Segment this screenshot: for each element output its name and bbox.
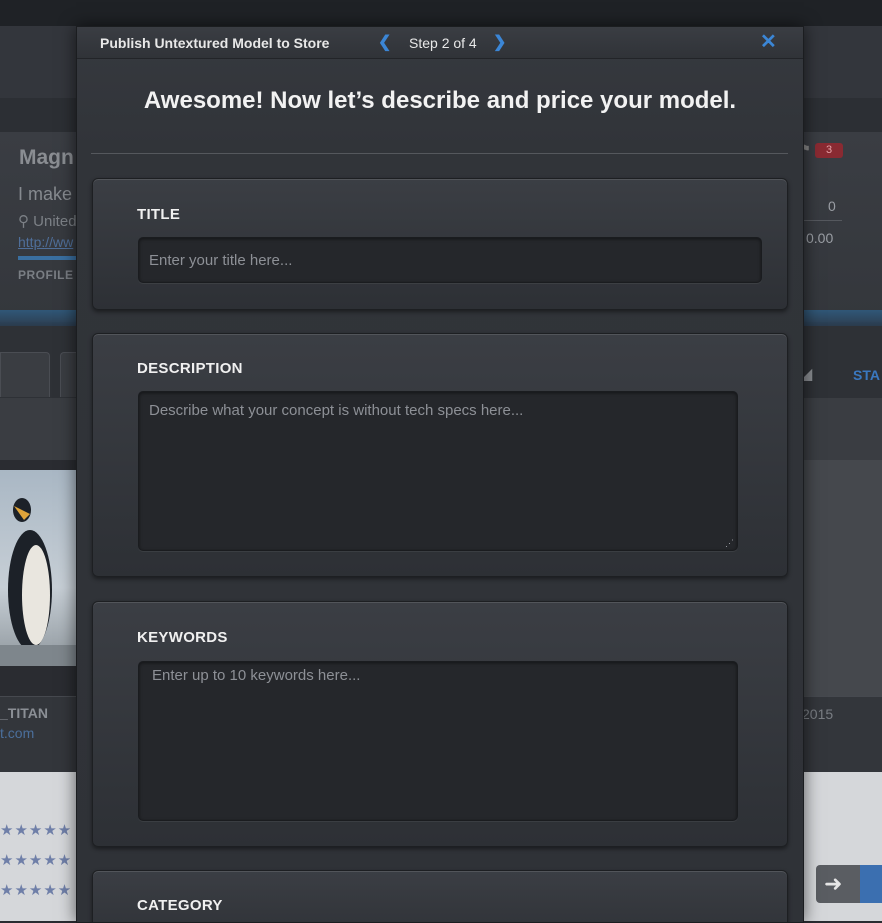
map-pin-icon: ⚲ — [18, 213, 29, 230]
title-input[interactable] — [138, 237, 762, 283]
modal-title: Publish Untextured Model to Store — [100, 35, 330, 51]
tab-left[interactable] — [0, 352, 50, 397]
resize-handle-icon[interactable]: ⋰ — [725, 539, 734, 548]
profile-bio: I make — [18, 184, 73, 204]
close-icon[interactable]: ✕ — [760, 29, 777, 54]
notification-badge[interactable]: 3 — [815, 143, 843, 158]
user-site-link[interactable]: t.com — [0, 725, 34, 741]
keywords-label: KEYWORDS — [137, 629, 228, 646]
headline-divider — [91, 153, 788, 154]
profile-name: Magn — [19, 146, 74, 169]
stat-followers: 0 — [828, 198, 836, 214]
step-indicator: Step 2 of 4 — [409, 35, 477, 51]
chevron-left-icon[interactable]: ❮ — [378, 32, 391, 52]
title-label: TITLE — [137, 206, 181, 223]
profile-location-text: United — [33, 213, 77, 230]
category-card: CATEGORY — [92, 870, 788, 922]
keywords-card: KEYWORDS — [92, 601, 788, 847]
rating-stars: ★★★★★ — [0, 822, 73, 839]
profile-progress — [18, 256, 78, 260]
keywords-input[interactable] — [138, 661, 738, 821]
side-panel — [800, 460, 882, 696]
stat-divider — [802, 220, 842, 221]
rating-stars: ★★★★★ — [0, 882, 73, 899]
stat-earnings: 0.00 — [806, 230, 834, 246]
username[interactable]: _TITAN — [0, 705, 48, 721]
description-label: DESCRIPTION — [137, 360, 243, 377]
rating-stars: ★★★★★ — [0, 852, 73, 869]
next-arrow-button[interactable]: ➜ — [816, 865, 882, 903]
description-textarea[interactable] — [138, 391, 738, 551]
arrow-right-icon: ➜ — [824, 871, 843, 896]
category-label: CATEGORY — [137, 897, 223, 914]
profile-location: ⚲ United — [18, 212, 77, 230]
title-card: TITLE — [92, 178, 788, 310]
description-card: DESCRIPTION ⋰ — [92, 333, 788, 577]
publish-modal: Publish Untextured Model to Store ❮ Step… — [76, 26, 804, 923]
model-thumbnail[interactable] — [0, 470, 78, 666]
penguin-image — [0, 498, 78, 666]
top-navbar — [0, 0, 882, 26]
modal-headline: Awesome! Now let’s describe and price yo… — [143, 87, 737, 114]
tab-stats[interactable]: STA — [853, 367, 880, 383]
member-year: 2015 — [802, 706, 834, 722]
arrow-accent — [860, 865, 882, 903]
modal-header: Publish Untextured Model to Store ❮ Step… — [77, 27, 803, 59]
profile-link[interactable]: http://ww — [18, 234, 73, 250]
chevron-right-icon[interactable]: ❯ — [493, 32, 506, 52]
